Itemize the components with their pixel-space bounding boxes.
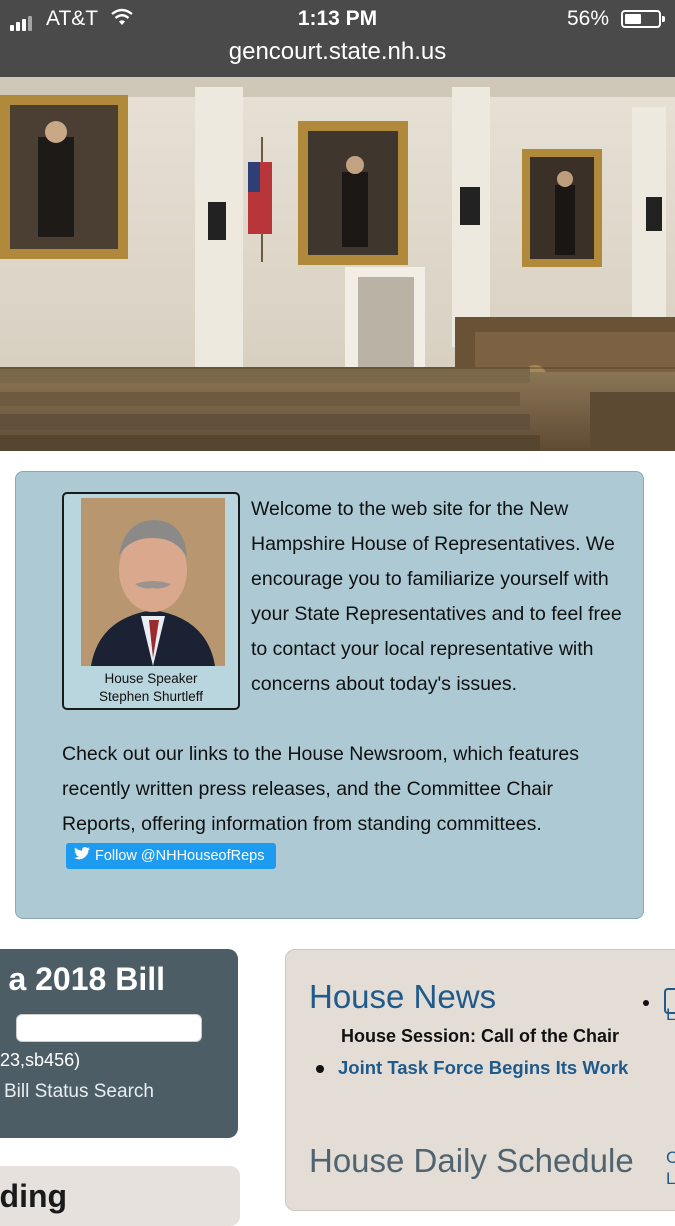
battery-icon: [621, 10, 665, 28]
bill-number-input[interactable]: [16, 1014, 202, 1042]
address-bar-url[interactable]: gencourt.state.nh.us: [0, 38, 675, 66]
news-item-link[interactable]: Joint Task Force Begins Its Work: [338, 1057, 628, 1078]
bullet-icon: [316, 1065, 324, 1074]
pending-panel: nding: [0, 1166, 240, 1226]
welcome-intro-text: Welcome to the web site for the New Hamp…: [251, 498, 622, 695]
battery-percentage: 56%: [566, 7, 609, 30]
twitter-follow-button[interactable]: Follow @NHHouseofReps: [66, 842, 277, 869]
welcome-outro-text: Check out our links to the House Newsroo…: [62, 743, 579, 835]
house-news-panel: House News House Session: Call of the Ch…: [285, 949, 675, 1211]
house-daily-schedule-title[interactable]: House Daily Schedule: [309, 1142, 634, 1180]
house-news-title[interactable]: House News: [309, 978, 496, 1016]
speaker-caption: House Speaker Stephen Shurtleff: [64, 670, 238, 706]
speaker-photo: [81, 498, 225, 666]
speaker-title: House Speaker: [104, 671, 198, 686]
bill-status-search-link[interactable]: Bill Status Search: [4, 1081, 154, 1103]
welcome-panel: House Speaker Stephen Shurtleff Welcome …: [15, 471, 644, 919]
bullet-icon: [643, 1000, 649, 1006]
ios-status-bar: AT&T 1:13 PM 56% gencourt.state.nh.us: [0, 0, 675, 77]
truncated-link-letter[interactable]: L: [666, 1005, 675, 1025]
truncated-link-letter[interactable]: L: [666, 1169, 675, 1189]
welcome-outro-paragraph: Check out our links to the House Newsroo…: [62, 737, 602, 877]
find-bill-panel: d a 2018 Bill # nb23,sb456) Bill Status …: [0, 949, 238, 1138]
twitter-bird-icon: [74, 843, 90, 869]
bill-number-example: nb23,sb456): [0, 1050, 81, 1070]
pending-title: nding: [0, 1178, 68, 1214]
speaker-name: Stephen Shurtleff: [98, 689, 204, 704]
truncated-link-letter[interactable]: C: [666, 1148, 675, 1168]
news-list-item[interactable]: Joint Task Force Begins Its Work: [316, 1057, 628, 1079]
house-chamber-banner-image: [0, 77, 675, 451]
speaker-card: House Speaker Stephen Shurtleff: [62, 492, 240, 710]
find-bill-title: d a 2018 Bill: [0, 961, 165, 997]
house-news-headline: House Session: Call of the Chair: [341, 1026, 620, 1046]
twitter-follow-label: Follow @NHHouseofReps: [95, 847, 265, 864]
